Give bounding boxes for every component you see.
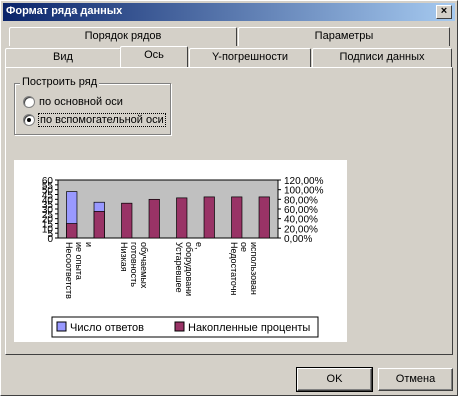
plot-area [57,179,279,239]
close-icon: × [440,5,448,17]
x-tick-label: использован [249,242,259,295]
cancel-button-label: Отмена [395,373,436,385]
bar [121,202,133,239]
x-tick-label: и [84,242,94,247]
legend-swatch [174,321,185,332]
x-tick-label: Низкая [119,242,129,272]
x-tick-label: оборудовани [184,242,194,296]
tab-series-order[interactable]: Порядок рядов [9,27,237,46]
y2-tick-label: 20,00% [284,224,318,235]
bar [93,211,105,239]
bar [258,196,270,239]
radio-secondary-axis-label: по вспомогательной оси [38,113,166,127]
y2-tick-label: 40,00% [284,215,318,226]
x-tick-label: обучаемых [139,242,149,289]
bar [231,196,243,239]
x-tick-label: готовность [129,242,139,287]
bar [66,223,78,239]
radio-secondary-axis[interactable]: по вспомогательной оси [23,113,166,127]
tab-y-error[interactable]: Y-погрешности [189,48,311,67]
y2-tick-label: 60,00% [284,205,318,216]
x-tick-label: Недостаточн [229,242,239,295]
plot-series-legend: Построить ряд [20,76,100,88]
tab-options[interactable]: Параметры [238,27,450,46]
legend-label: Накопленные проценты [188,322,310,334]
x-tick-label: Устаревшее [174,242,184,293]
legend-swatch [56,321,67,332]
y2-tick-label: 120,00% [284,176,324,187]
bar [148,198,160,239]
y2-tick-label: 80,00% [284,195,318,206]
radio-primary-axis-label: по основной оси [39,96,123,108]
dialog-title: Формат ряда данных [6,5,123,17]
bar [176,197,188,239]
tab-y-error-label: Y-погрешности [211,51,288,63]
tab-data-labels-label: Подписи данных [339,51,425,63]
axis-tab-panel: Построить ряд по основной оси по вспомог… [5,67,453,355]
ok-button[interactable]: OK [296,367,373,392]
cancel-button[interactable]: Отмена [378,368,453,391]
chart-svg: 0510152025303540455055600,00%20,00%40,00… [42,176,324,338]
bar [203,196,215,239]
close-button[interactable]: × [436,5,452,19]
title-bar[interactable]: Формат ряда данных × [3,3,455,21]
tab-data-labels[interactable]: Подписи данных [312,48,452,67]
tab-view[interactable]: Вид [5,48,121,67]
x-tick-label: Несоответств [64,242,74,299]
tab-view-label: Вид [53,51,73,63]
x-tick-label: ие опыта [74,242,84,280]
plot-series-group: Построить ряд по основной оси по вспомог… [14,76,171,135]
tab-series-order-label: Порядок рядов [84,30,162,42]
x-tick-label: ое [239,242,249,252]
tab-axis[interactable]: Ось [120,46,188,67]
ok-button-label: OK [326,373,343,385]
y2-tick-label: 0,00% [284,234,312,245]
y-tick-label: 60 [42,176,54,187]
x-tick-label: е, [194,242,204,250]
radio-primary-axis-button[interactable] [23,96,35,108]
y2-tick-label: 100,00% [284,186,324,197]
tab-options-label: Параметры [314,30,374,42]
dialog-window: Формат ряда данных × Порядок рядов Парам… [0,0,458,396]
radio-primary-axis[interactable]: по основной оси [23,96,123,108]
tab-axis-label: Ось [144,49,164,61]
chart-preview: 0 5 10 15 20 25 30 35 40 45 50 55 60 0,00% 20,00% 40,00… [14,160,347,342]
radio-secondary-axis-button[interactable] [23,114,35,126]
legend-label: Число ответов [70,322,144,334]
